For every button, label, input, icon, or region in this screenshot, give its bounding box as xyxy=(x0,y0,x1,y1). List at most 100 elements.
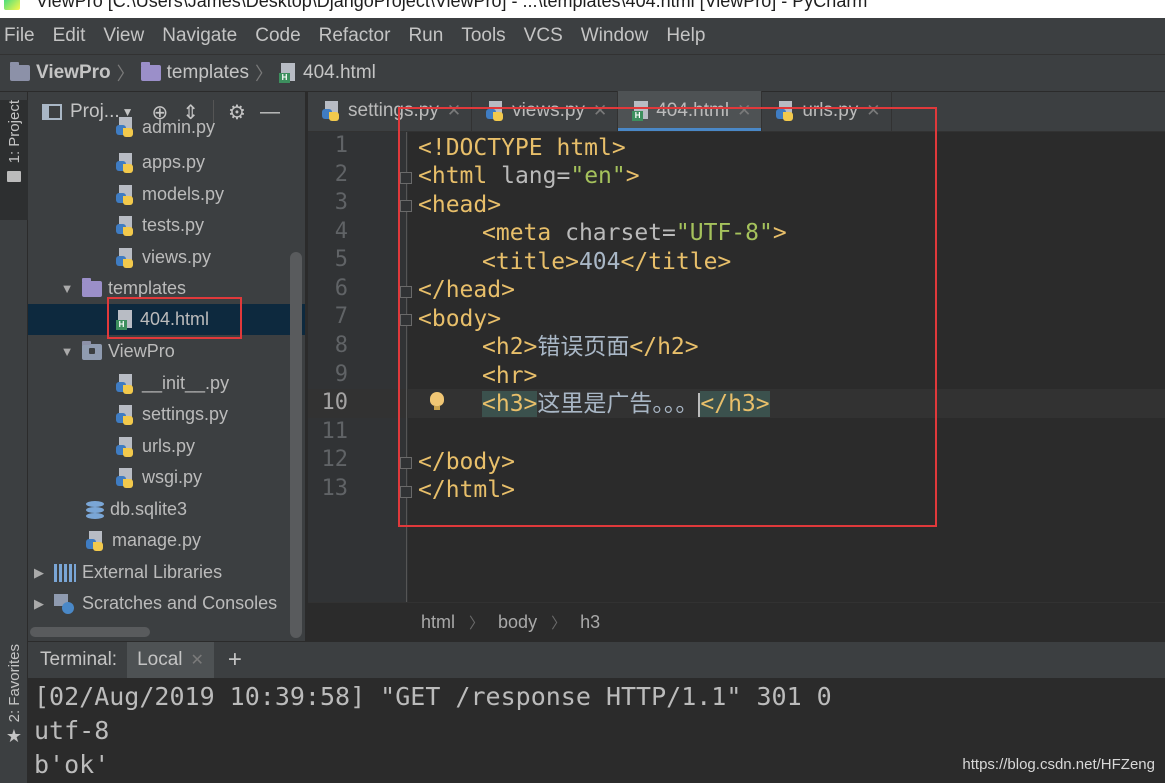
nav-crumb-file[interactable]: H 404.html xyxy=(279,62,376,84)
tree-item-label: templates xyxy=(108,278,187,298)
python-file-icon xyxy=(116,436,136,457)
menu-edit[interactable]: Edit xyxy=(53,25,86,47)
chevron-right-icon: 〉 xyxy=(551,615,567,632)
line-number: 2 xyxy=(334,162,348,187)
tree-item-views[interactable]: views.py xyxy=(28,242,305,273)
tree-item-label: models.py xyxy=(142,184,225,204)
tool-tab-favorites[interactable]: 2: Favorites ★ xyxy=(0,644,28,772)
line-number: 3 xyxy=(334,190,348,215)
menu-code[interactable]: Code xyxy=(255,25,300,47)
tree-item-settings[interactable]: settings.py xyxy=(28,399,305,430)
line-number: 11 xyxy=(321,419,349,444)
chevron-right-icon: 〉 xyxy=(116,64,135,84)
nav-crumb-project[interactable]: ViewPro xyxy=(10,62,111,84)
line-number: 4 xyxy=(334,219,348,244)
line-number: 5 xyxy=(334,247,348,272)
tree-item-db-sqlite3[interactable]: db.sqlite3 xyxy=(28,494,305,525)
line-number: 12 xyxy=(321,447,349,472)
libraries-icon xyxy=(54,563,76,582)
terminal-output[interactable]: [02/Aug/2019 10:39:58] "GET /response HT… xyxy=(28,678,1165,783)
breadcrumb-body[interactable]: body xyxy=(498,612,537,633)
folder-icon xyxy=(82,277,102,297)
menu-window[interactable]: Window xyxy=(581,25,649,47)
menu-vcs[interactable]: VCS xyxy=(524,25,563,47)
project-panel: Proj... ▼ ⊕ ⇕ ⚙ — admin.py apps.py model… xyxy=(28,92,305,641)
tree-item-label: apps.py xyxy=(142,152,206,172)
tree-item-urls[interactable]: urls.py xyxy=(28,431,305,462)
window-title-bar: ViewPro [C:\Users\James\Desktop\DjangoPr… xyxy=(0,0,1165,18)
line-number: 8 xyxy=(334,333,348,358)
python-file-icon xyxy=(116,117,136,137)
tool-tab-project-label: 1: Project xyxy=(5,100,23,164)
tree-item-label: __init__.py xyxy=(142,373,230,393)
line-number-current: 10 xyxy=(321,390,349,415)
menu-tools[interactable]: Tools xyxy=(461,25,505,47)
menu-view[interactable]: View xyxy=(103,25,144,47)
annotation-highlight-box xyxy=(398,107,937,527)
close-icon[interactable]: ✕ xyxy=(191,650,204,670)
menu-refactor[interactable]: Refactor xyxy=(319,25,391,47)
watermark-text: https://blog.csdn.net/HFZeng xyxy=(962,756,1155,773)
tool-tab-project[interactable]: 1: Project xyxy=(0,100,28,220)
collapsed-arrow-icon[interactable]: ▶ xyxy=(30,596,48,612)
menu-navigate[interactable]: Navigate xyxy=(162,25,237,47)
python-file-icon xyxy=(116,152,136,173)
python-file-icon xyxy=(86,530,106,551)
terminal-label: Terminal: xyxy=(40,649,118,670)
python-file-icon xyxy=(116,373,136,394)
line-number: 13 xyxy=(321,476,349,501)
breadcrumb-h3[interactable]: h3 xyxy=(580,612,600,633)
menu-file[interactable]: File xyxy=(4,25,35,47)
tree-item-external-libraries[interactable]: ▶ External Libraries xyxy=(28,557,305,588)
terminal-tab-local[interactable]: Local ✕ xyxy=(127,642,214,678)
nav-crumb-folder[interactable]: templates xyxy=(140,62,249,84)
tree-item-viewpro[interactable]: ▼ ViewPro xyxy=(28,336,305,367)
pycharm-app-icon xyxy=(4,0,20,10)
tree-item-tests[interactable]: tests.py xyxy=(28,210,305,241)
project-vertical-scrollbar[interactable] xyxy=(290,252,302,638)
html-file-icon: H xyxy=(279,63,297,83)
tree-item-scratches[interactable]: ▶ Scratches and Consoles xyxy=(28,588,305,619)
breadcrumb-html[interactable]: html xyxy=(421,612,455,633)
folder-icon xyxy=(7,171,21,183)
tree-item-wsgi[interactable]: wsgi.py xyxy=(28,462,305,493)
python-file-icon xyxy=(116,467,136,488)
menu-run[interactable]: Run xyxy=(408,25,443,47)
scratches-icon xyxy=(54,593,76,614)
tree-item-apps[interactable]: apps.py xyxy=(28,147,305,178)
terminal-line: b'ok' xyxy=(34,750,110,779)
nav-crumb-project-label: ViewPro xyxy=(36,62,111,83)
tree-item-label: tests.py xyxy=(142,215,205,235)
window-title: ViewPro [C:\Users\James\Desktop\DjangoPr… xyxy=(36,0,868,11)
project-horizontal-scrollbar[interactable] xyxy=(30,627,150,637)
tree-item-models[interactable]: models.py xyxy=(28,179,305,210)
menu-help[interactable]: Help xyxy=(666,25,705,47)
expanded-arrow-icon[interactable]: ▼ xyxy=(58,344,76,359)
terminal-header: Terminal: Local ✕ + xyxy=(28,642,1165,678)
line-number: 1 xyxy=(334,133,348,158)
tree-item-label: urls.py xyxy=(142,436,196,456)
tree-item-manage[interactable]: manage.py xyxy=(28,525,305,556)
annotation-highlight-box xyxy=(107,297,242,339)
add-terminal-icon[interactable]: + xyxy=(228,646,242,674)
tree-item-label: settings.py xyxy=(142,404,229,424)
collapsed-arrow-icon[interactable]: ▶ xyxy=(30,565,48,581)
terminal-tab-label: Local xyxy=(137,649,183,670)
left-tool-strip: 1: Project 2: Favorites ★ xyxy=(0,92,28,783)
tree-item-label: wsgi.py xyxy=(142,467,203,487)
terminal-line: [02/Aug/2019 10:39:58] "GET /response HT… xyxy=(34,682,832,711)
navigation-bar: ViewPro 〉 templates 〉 H 404.html xyxy=(0,54,1165,92)
tree-item-init[interactable]: __init__.py xyxy=(28,368,305,399)
line-number: 7 xyxy=(334,304,348,329)
tree-item-label: External Libraries xyxy=(82,562,223,582)
tree-item-label: views.py xyxy=(142,247,212,267)
python-file-icon xyxy=(116,215,136,236)
chevron-right-icon: 〉 xyxy=(255,64,274,84)
expanded-arrow-icon[interactable]: ▼ xyxy=(58,281,76,296)
terminal-line: utf-8 xyxy=(34,716,110,745)
nav-crumb-file-label: 404.html xyxy=(303,62,376,83)
python-file-icon xyxy=(116,184,136,205)
tree-item-admin[interactable]: admin.py xyxy=(28,116,305,138)
editor-breadcrumb: html 〉 body 〉 h3 xyxy=(308,602,1165,642)
python-file-icon xyxy=(116,247,136,268)
